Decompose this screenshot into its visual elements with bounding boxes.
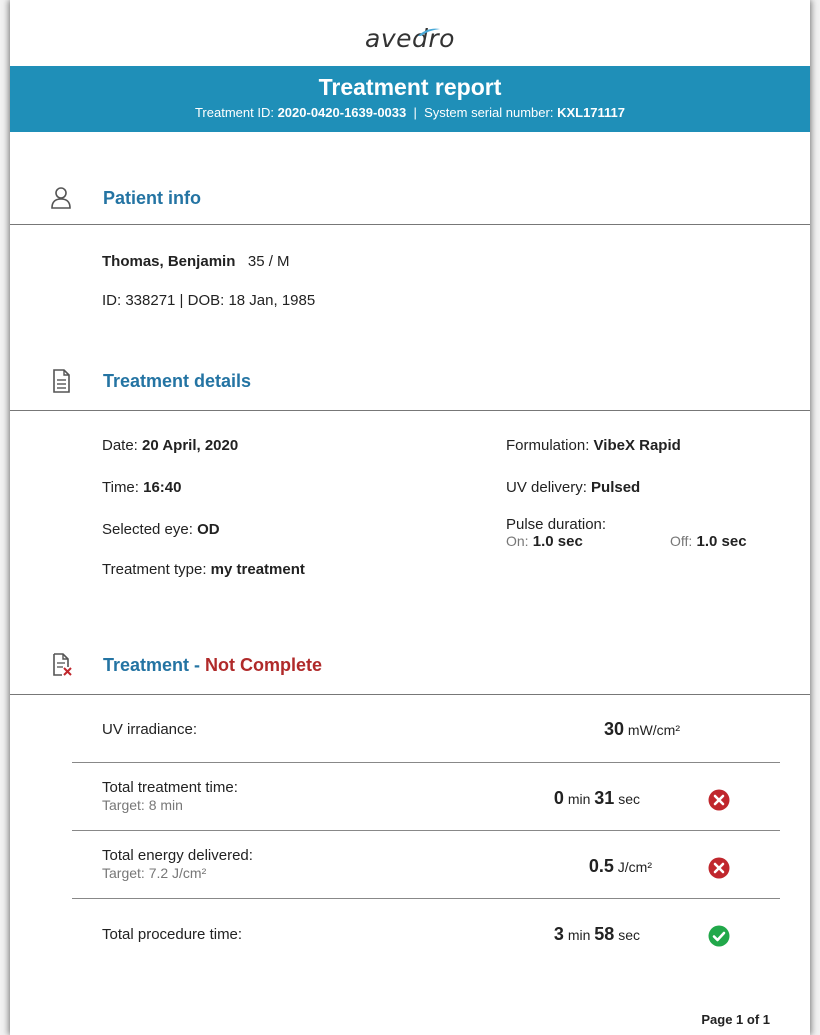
row-target-energy-delivered: Target: 7.2 J/cm² xyxy=(102,865,207,881)
uv-irradiance-number: 30 xyxy=(603,719,625,739)
row-label-procedure-time: Total procedure time: xyxy=(102,926,243,943)
patient-divider xyxy=(10,224,810,225)
treatment-type-label: Treatment type: xyxy=(102,561,207,578)
formulation-value: VibeX Rapid xyxy=(593,437,681,454)
fail-icon xyxy=(708,857,730,879)
logo-swoosh-icon xyxy=(418,28,440,36)
report-subtitle: Treatment ID: 2020-0420-1639-0033 | Syst… xyxy=(10,105,810,120)
document-icon xyxy=(53,369,70,393)
report-title: Treatment report xyxy=(318,74,502,100)
pulse-off-label: Off: xyxy=(670,533,693,549)
detail-formulation: Formulation: VibeX Rapid xyxy=(506,437,681,454)
fail-icon xyxy=(708,789,730,811)
row-label-treatment-time: Total treatment time: xyxy=(102,779,238,796)
formulation-label: Formulation: xyxy=(506,437,590,454)
uv-irradiance-value: 30 mW/cm² xyxy=(530,719,680,740)
energy-delivered-value: 0.5 J/cm² xyxy=(480,856,652,877)
patient-section-header: Patient info xyxy=(10,180,810,216)
row-divider xyxy=(72,898,780,899)
treatment-status: Not Complete xyxy=(205,655,323,675)
pulse-on: On: 1.0 sec xyxy=(506,533,583,550)
treatment-section-title: Treatment - Not Complete xyxy=(103,655,322,676)
time-value: 16:40 xyxy=(143,479,182,496)
date-label: Date: xyxy=(102,437,138,454)
details-section-title: Treatment details xyxy=(103,371,252,391)
subtitle-separator: | xyxy=(413,105,417,120)
report-page: avedro Treatment report Treatment ID: 20… xyxy=(10,0,810,1035)
procedure-time-min-unit: min xyxy=(567,927,591,943)
details-section-header: Treatment details xyxy=(10,363,810,399)
eye-value: OD xyxy=(197,521,220,538)
row-label-uv-irradiance: UV irradiance: xyxy=(102,721,198,738)
serial-label: System serial number: xyxy=(424,105,554,120)
pulse-off-value: 1.0 sec xyxy=(696,533,747,550)
treatment-divider xyxy=(10,694,810,695)
detail-treatment-type: Treatment type: my treatment xyxy=(102,561,305,578)
patient-section-title: Patient info xyxy=(103,188,201,208)
pass-icon xyxy=(708,925,730,947)
procedure-time-sec-unit: sec xyxy=(618,927,640,943)
energy-delivered-number: 0.5 xyxy=(588,856,614,876)
document-error-icon xyxy=(53,653,72,676)
time-label: Time: xyxy=(102,479,139,496)
procedure-time-sec: 58 xyxy=(594,924,615,944)
procedure-time-min: 3 xyxy=(553,924,564,944)
treatment-id: 2020-0420-1639-0033 xyxy=(277,105,407,120)
treatment-title-text: Treatment - xyxy=(103,655,206,675)
treatment-type-value: my treatment xyxy=(210,561,305,578)
patient-age-sex: 35 / M xyxy=(247,253,290,270)
treatment-section-header: Treatment - Not Complete xyxy=(10,647,810,683)
detail-time: Time: 16:40 xyxy=(102,479,182,496)
brand-logo: avedro xyxy=(10,24,810,64)
uv-delivery-value: Pulsed xyxy=(591,479,641,496)
uv-irradiance-unit: mW/cm² xyxy=(627,722,680,738)
user-icon xyxy=(51,187,71,209)
pulse-off: Off: 1.0 sec xyxy=(670,533,747,550)
row-label-energy-delivered: Total energy delivered: xyxy=(102,847,253,864)
patient-name: Thomas, Benjamin xyxy=(102,253,236,270)
energy-delivered-unit: J/cm² xyxy=(617,859,652,875)
details-divider xyxy=(10,410,810,411)
patient-name-line: Thomas, Benjamin 35 / M xyxy=(102,253,290,270)
pulse-on-label: On: xyxy=(506,533,529,549)
procedure-time-value: 3 min 58 sec xyxy=(480,924,640,945)
date-value: 20 April, 2020 xyxy=(142,437,239,454)
detail-eye: Selected eye: OD xyxy=(102,521,220,538)
row-target-treatment-time: Target: 8 min xyxy=(102,797,183,813)
uv-delivery-label: UV delivery: xyxy=(506,479,587,496)
report-banner: Treatment report Treatment ID: 2020-0420… xyxy=(10,66,810,132)
treatment-time-sec: 31 xyxy=(594,788,615,808)
row-divider xyxy=(72,830,780,831)
treatment-time-min-unit: min xyxy=(567,791,591,807)
treatment-time-value: 0 min 31 sec xyxy=(480,788,640,809)
patient-id-dob: ID: 338271 | DOB: 18 Jan, 1985 xyxy=(102,292,316,309)
detail-date: Date: 20 April, 2020 xyxy=(102,437,238,454)
pulse-duration-label: Pulse duration: xyxy=(506,516,607,533)
row-divider xyxy=(72,762,780,763)
treatment-id-label: Treatment ID: xyxy=(194,105,274,120)
logo-text: avedro xyxy=(365,24,455,53)
pulse-on-value: 1.0 sec xyxy=(532,533,583,550)
detail-uv-delivery: UV delivery: Pulsed xyxy=(506,479,640,496)
treatment-time-min: 0 xyxy=(553,788,564,808)
page-number: Page 1 of 1 xyxy=(701,1012,770,1027)
eye-label: Selected eye: xyxy=(102,521,193,538)
serial-number: KXL171117 xyxy=(557,105,626,120)
treatment-time-sec-unit: sec xyxy=(618,791,640,807)
